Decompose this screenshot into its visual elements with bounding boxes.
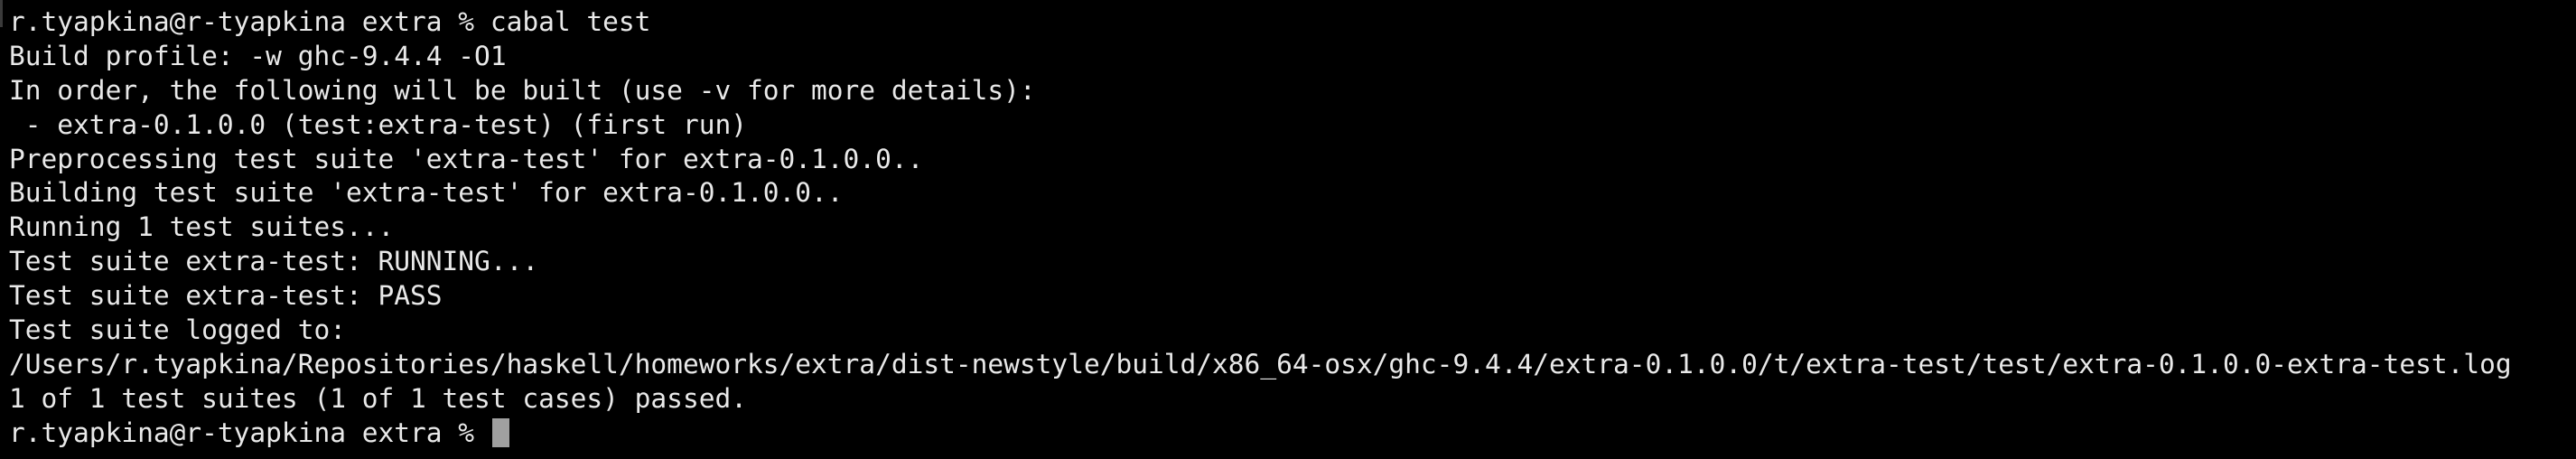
terminal-line-logged-to: Test suite logged to: [9,314,346,346]
terminal-window[interactable]: r.tyapkina@r-tyapkina extra % cabal test… [0,0,2576,459]
terminal-line-summary: 1 of 1 test suites (1 of 1 test cases) p… [9,382,747,414]
terminal-line-suite-pass: Test suite extra-test: PASS [9,280,443,312]
terminal-line-preprocessing: Preprocessing test suite 'extra-test' fo… [9,143,924,174]
terminal-line-running: Running 1 test suites... [9,211,395,243]
terminal-line-command: r.tyapkina@r-tyapkina extra % cabal test [9,6,651,37]
terminal-line-build-order: In order, the following will be built (u… [9,74,1036,106]
terminal-line-building: Building test suite 'extra-test' for ext… [9,177,844,209]
text-cursor[interactable] [491,417,509,447]
terminal-prompt-line[interactable]: r.tyapkina@r-tyapkina extra % [9,417,2576,451]
terminal-line-log-path: /Users/r.tyapkina/Repositories/haskell/h… [9,348,2512,379]
terminal-line-build-profile: Build profile: -w ghc-9.4.4 -O1 [9,40,507,71]
scroll-edge-marker [0,0,3,27]
shell-prompt: r.tyapkina@r-tyapkina extra % [9,417,490,448]
terminal-line-build-target: - extra-0.1.0.0 (test:extra-test) (first… [9,108,747,140]
terminal-line-suite-running: Test suite extra-test: RUNNING... [9,246,539,277]
